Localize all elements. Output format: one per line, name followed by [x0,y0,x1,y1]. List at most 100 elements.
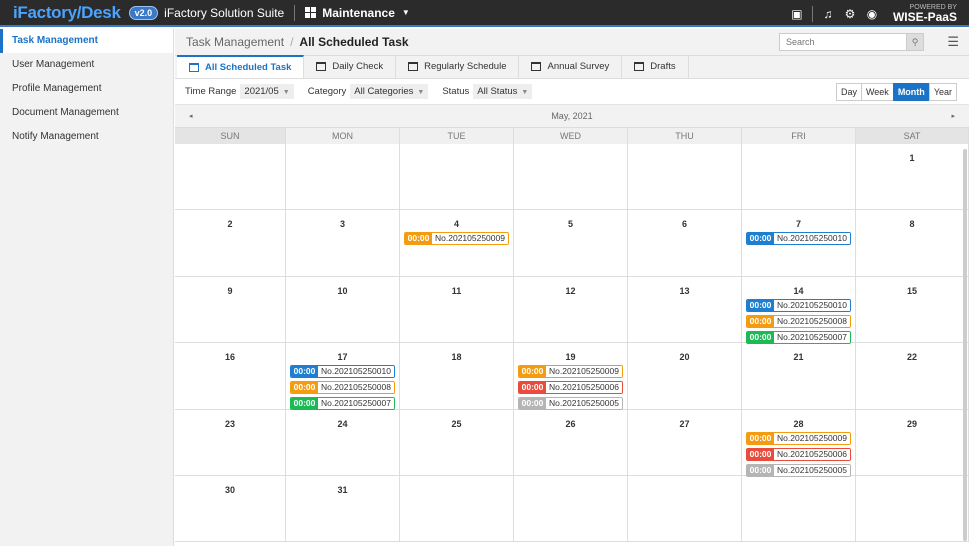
event-number: No.202105250007 [774,332,850,343]
task-event[interactable]: 00:00 No.202105250010 [746,299,851,312]
calendar-day-cell[interactable]: 27 [628,410,742,475]
task-event[interactable]: 00:00 No.202105250009 [518,365,623,378]
calendar-day-cell[interactable]: 31 [286,476,400,541]
day-number [514,153,627,163]
caret-down-icon: ▼ [401,8,410,17]
calendar-day-cell[interactable]: 25 [400,410,514,475]
calendar-day-cell[interactable]: 29 [856,410,969,475]
calendar-day-cell[interactable]: 2 [175,210,286,276]
calendar-day-cell[interactable] [514,144,628,209]
tab-regularly-schedule[interactable]: Regularly Schedule [396,55,520,78]
next-month-icon[interactable]: ▸ [951,112,955,120]
search-icon[interactable]: ⚲ [907,33,924,51]
task-event[interactable]: 00:00 No.202105250005 [518,397,623,410]
calendar-day-cell[interactable] [400,476,514,541]
calendar-day-cell[interactable]: 1 [856,144,969,209]
calendar-day-cell[interactable] [856,476,969,541]
tab-drafts[interactable]: Drafts [622,55,689,78]
calendar-day-cell[interactable] [286,144,400,209]
calendar-day-cell[interactable]: 20 [628,343,742,409]
tab-daily-check[interactable]: Daily Check [304,55,397,78]
task-event[interactable]: 00:00 No.202105250007 [290,397,395,410]
calendar-day-cell[interactable]: 18 [400,343,514,409]
task-event[interactable]: 00:00 No.202105250010 [746,232,851,245]
tab-annual-survey[interactable]: Annual Survey [519,55,623,78]
scrollbar[interactable] [963,149,967,541]
suite-name: iFactory Solution Suite [164,5,285,20]
wise-paas-logo: POWERED BY WISE-PaaS [892,4,957,24]
module-selector[interactable]: Maintenance ▼ [305,6,410,20]
time-range-select[interactable]: 2021/05 ▼ [240,84,294,99]
day-number: 11 [451,286,462,296]
weekday-fri: FRI [742,128,856,144]
task-event[interactable]: 00:00 No.202105250009 [404,232,509,245]
tab-all-scheduled-task[interactable]: All Scheduled Task [177,55,305,78]
view-day-button[interactable]: Day [835,83,862,101]
day-number [628,153,741,163]
calendar-day-cell[interactable]: 5 [514,210,628,276]
calendar-day-cell[interactable]: 14 00:00 No.202105250010 00:00 No.2021052500… [742,277,856,344]
calendar-day-cell[interactable] [628,144,742,209]
calendar-day-cell[interactable]: 13 [628,277,742,342]
calendar-day-cell[interactable]: 8 [856,210,969,276]
list-icon[interactable]: ☰ [947,34,959,50]
user-icon[interactable]: ◉ [861,0,883,27]
sidebar-item-document-management[interactable]: Document Management [0,101,173,125]
calendar-day-cell[interactable]: 22 [856,343,969,409]
view-week-button[interactable]: Week [860,83,894,101]
status-select[interactable]: All Status ▼ [473,84,533,99]
bell-icon[interactable]: ♫ [817,0,839,27]
calendar-day-cell[interactable] [514,476,628,541]
calendar-day-cell[interactable] [175,144,286,209]
task-event[interactable]: 00:00 No.202105250008 [290,381,395,394]
task-event[interactable]: 00:00 No.202105250006 [746,448,851,461]
task-event[interactable]: 00:00 No.202105250006 [518,381,623,394]
calendar-day-cell[interactable]: 10 [286,277,400,342]
day-number: 19 [565,352,576,362]
calendar-day-cell[interactable]: 12 [514,277,628,342]
day-number: 6 [681,219,687,229]
time-range-label: Time Range [185,86,237,97]
calendar-day-cell[interactable] [628,476,742,541]
calendar-day-cell[interactable] [400,144,514,209]
calendar-day-cell[interactable]: 16 [175,343,286,409]
calendar-day-cell[interactable]: 17 00:00 No.202105250010 00:00 No.2021052500… [286,343,400,410]
calendar-day-cell[interactable]: 19 00:00 No.202105250009 00:00 No.2021052500… [514,343,628,410]
day-number [514,485,627,495]
image-icon[interactable]: ▣ [786,0,808,27]
calendar-day-cell[interactable]: 9 [175,277,286,342]
task-event[interactable]: 00:00 No.202105250009 [746,432,851,445]
calendar-day-cell[interactable]: 23 [175,410,286,475]
view-year-button[interactable]: Year [928,83,957,101]
calendar-day-cell[interactable]: 11 [400,277,514,342]
sidebar-item-notify-management[interactable]: Notify Management [0,125,173,149]
day-number: 5 [567,219,573,229]
gear-icon[interactable]: ⚙ [839,0,861,27]
view-month-button[interactable]: Month [892,83,930,101]
calendar-day-cell[interactable]: 26 [514,410,628,475]
calendar-day-cell[interactable]: 4 00:00 No.202105250009 [400,210,514,276]
sidebar-item-task-management[interactable]: Task Management [0,29,173,53]
calendar-day-cell[interactable]: 7 00:00 No.202105250010 [742,210,856,276]
event-number: No.202105250008 [318,382,394,393]
calendar-day-cell[interactable]: 30 [175,476,286,541]
search-input[interactable] [779,33,907,51]
calendar-day-cell[interactable]: 15 [856,277,969,342]
calendar-week: 16 17 00:00 No.202105250010 00:00 No.20210525… [175,343,969,410]
calendar-day-cell[interactable]: 24 [286,410,400,475]
calendar-day-cell[interactable]: 6 [628,210,742,276]
calendar-day-cell[interactable]: 3 [286,210,400,276]
task-event[interactable]: 00:00 No.202105250008 [746,315,851,328]
breadcrumb-parent[interactable]: Task Management [186,35,284,49]
category-select[interactable]: All Categories ▼ [350,84,429,99]
brand-logo[interactable]: iFactory/Desk [13,3,121,23]
weekday-sun: SUN [175,128,286,144]
task-event[interactable]: 00:00 No.202105250010 [290,365,395,378]
calendar-day-cell[interactable] [742,476,856,541]
calendar-day-cell[interactable]: 21 [742,343,856,409]
prev-month-icon[interactable]: ◂ [189,112,193,120]
calendar-day-cell[interactable] [742,144,856,209]
calendar-day-cell[interactable]: 28 00:00 No.202105250009 00:00 No.2021052500… [742,410,856,477]
sidebar-item-user-management[interactable]: User Management [0,53,173,77]
sidebar-item-profile-management[interactable]: Profile Management [0,77,173,101]
